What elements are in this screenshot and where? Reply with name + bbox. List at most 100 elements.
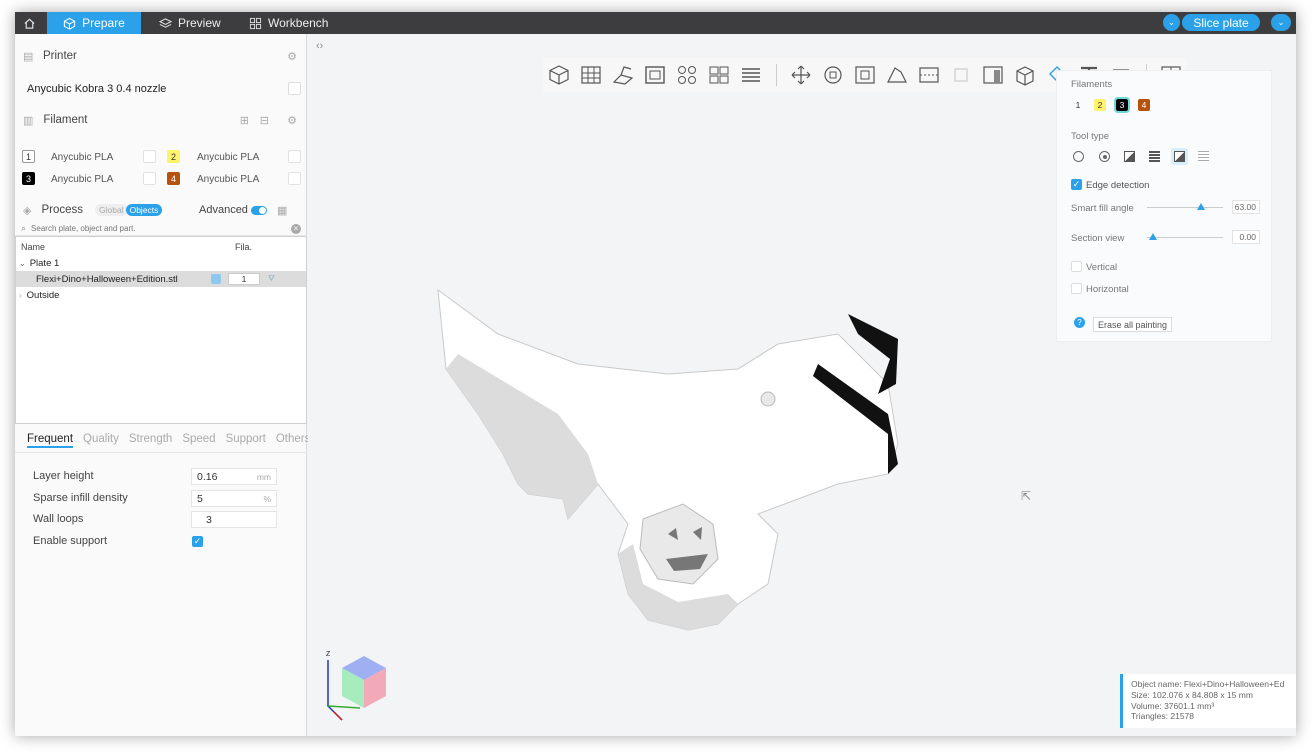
filament-name-3[interactable]: Anycubic PLA — [51, 174, 113, 185]
edge-detection-checkbox[interactable]: ✓ — [1071, 179, 1082, 190]
split-objects-button[interactable] — [671, 58, 703, 92]
filament-name-1[interactable]: Anycubic PLA — [51, 152, 113, 163]
sphere-tool-icon[interactable] — [1099, 151, 1110, 162]
section-view-slider[interactable] — [1147, 233, 1223, 240]
scale-button[interactable] — [849, 58, 881, 92]
gap-fill-tool-icon[interactable] — [1198, 151, 1209, 162]
advanced-switch[interactable] — [251, 205, 267, 215]
tab-workbench[interactable]: Workbench — [249, 12, 335, 34]
filament-name-4[interactable]: Anycubic PLA — [197, 174, 259, 185]
tab-speed[interactable]: Speed — [182, 433, 215, 448]
wall-loops-stepper[interactable]: 3 — [191, 511, 277, 528]
edit-printer-icon[interactable] — [288, 82, 301, 95]
remove-filament-icon[interactable]: ⊟ — [260, 114, 269, 127]
tab-quality[interactable]: Quality — [83, 433, 119, 448]
enable-support-checkbox[interactable]: ✓ — [192, 536, 203, 547]
advanced-label: Advanced — [199, 204, 248, 216]
seam-paint-button[interactable] — [1009, 58, 1041, 92]
tree-row-outside[interactable]: › Outside — [16, 287, 306, 303]
compare-icon[interactable]: ▦ — [277, 204, 287, 217]
paint-filament-2[interactable]: 2 — [1094, 99, 1106, 111]
smart-fill-value[interactable]: 63.00 — [1232, 200, 1260, 214]
visibility-checkbox[interactable] — [211, 274, 221, 284]
edit-filament-icon[interactable] — [288, 172, 301, 185]
collapse-sidebar-icon[interactable]: ‹› — [316, 40, 323, 52]
chevron-right-icon: › — [19, 290, 22, 300]
filament-index-1[interactable]: 1 — [22, 150, 35, 163]
add-filament-icon[interactable]: ⊞ — [240, 114, 249, 127]
section-view-value[interactable]: 0.00 — [1232, 230, 1260, 244]
filament-index-4[interactable]: 4 — [167, 172, 180, 185]
fill-tool-icon[interactable] — [1171, 148, 1188, 165]
vertical-checkbox[interactable] — [1071, 261, 1082, 272]
cube-icon — [64, 17, 76, 30]
smart-fill-label: Smart fill angle — [1071, 203, 1134, 214]
height-range-tool-icon[interactable] — [1149, 151, 1160, 162]
split-parts-button[interactable] — [703, 58, 735, 92]
edge-detection-label: Edge detection — [1086, 180, 1150, 191]
orient-button[interactable] — [607, 58, 639, 92]
support-paint-button[interactable] — [977, 58, 1009, 92]
setting-value: 0.16 — [197, 470, 218, 483]
global-toggle[interactable]: Global — [95, 204, 128, 216]
tab-prepare[interactable]: Prepare — [47, 12, 141, 34]
chevron-down-icon: ⌄ — [1168, 18, 1175, 27]
filament-name-2[interactable]: Anycubic PLA — [197, 152, 259, 163]
clear-search-icon[interactable]: × — [291, 223, 301, 234]
triangle-tool-icon[interactable] — [1124, 151, 1135, 162]
tab-support[interactable]: Support — [226, 433, 266, 448]
paint-filament-1[interactable]: 1 — [1072, 99, 1084, 111]
cut-button[interactable] — [913, 58, 945, 92]
horizontal-checkbox[interactable] — [1071, 283, 1082, 294]
objects-toggle[interactable]: Objects — [125, 204, 163, 216]
layer-height-input[interactable]: 0.16 mm — [191, 468, 277, 485]
setting-value: 5 — [197, 492, 203, 505]
tab-frequent[interactable]: Frequent — [27, 433, 74, 448]
smart-fill-slider[interactable] — [1147, 203, 1223, 210]
filament-index-3[interactable]: 3 — [22, 172, 35, 185]
filament-index-2[interactable]: 2 — [167, 150, 180, 163]
edit-filament-icon[interactable] — [288, 150, 301, 163]
add-object-button[interactable] — [543, 58, 575, 92]
circle-tool-icon[interactable] — [1073, 151, 1084, 162]
move-button[interactable] — [785, 58, 817, 92]
printer-select[interactable]: Anycubic Kobra 3 0.4 nozzle — [15, 80, 307, 98]
tree-row-object[interactable]: Flexi+Dino+Halloween+Edition.stl 1 ⛛ — [16, 271, 306, 287]
tab-preview[interactable]: Preview — [159, 12, 229, 34]
dino-model[interactable] — [418, 284, 918, 644]
home-button[interactable] — [15, 12, 43, 34]
printer-section-header: ▤ Printer ⚙ — [15, 48, 307, 64]
edit-filament-icon[interactable] — [143, 172, 156, 185]
settings-icon[interactable]: ⚙ — [287, 50, 297, 63]
help-icon[interactable]: ? — [1074, 317, 1085, 328]
tree-row-plate[interactable]: ⌄ Plate 1 — [16, 255, 306, 271]
settings-icon[interactable]: ⚙ — [287, 114, 297, 127]
edit-filament-icon[interactable] — [143, 150, 156, 163]
export-dropdown[interactable]: ⌄ — [1271, 14, 1291, 31]
rotate-button[interactable] — [817, 58, 849, 92]
slider-thumb[interactable] — [1197, 203, 1205, 210]
filament-field[interactable]: 1 — [228, 273, 260, 285]
orient-icon — [612, 66, 634, 85]
paint-filament-3[interactable]: 3 — [1114, 97, 1130, 113]
lay-on-face-button[interactable] — [881, 58, 913, 92]
plate-button[interactable] — [639, 58, 671, 92]
view-cube[interactable]: Z — [320, 646, 390, 730]
slice-plate-label: Slice plate — [1193, 15, 1249, 30]
layers-button[interactable] — [735, 58, 767, 92]
sparse-infill-input[interactable]: 5% — [191, 490, 277, 507]
grid-icon — [249, 17, 262, 29]
mesh-boolean-button[interactable] — [945, 58, 977, 92]
slider-thumb[interactable] — [1149, 233, 1157, 240]
tab-strength[interactable]: Strength — [129, 433, 172, 448]
arrange-icon — [581, 66, 601, 84]
arrange-button[interactable] — [575, 58, 607, 92]
tab-others[interactable]: Others — [276, 433, 311, 448]
tool-type-label: Tool type — [1071, 131, 1110, 142]
search-input[interactable] — [31, 224, 272, 233]
slice-plate-button[interactable]: Slice plate — [1182, 14, 1260, 31]
brush-icon[interactable]: ⛛ — [268, 274, 275, 284]
paint-filament-4[interactable]: 4 — [1138, 99, 1150, 111]
slice-dropdown-left[interactable]: ⌄ — [1163, 14, 1180, 31]
erase-all-painting-button[interactable]: Erase all painting — [1093, 317, 1173, 332]
